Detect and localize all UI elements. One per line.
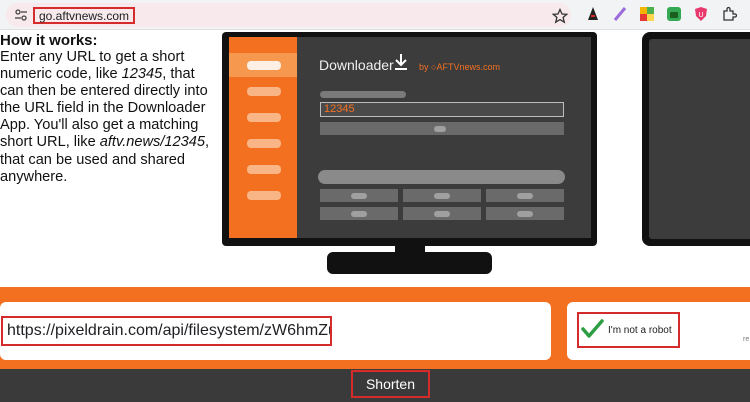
tv-key	[320, 189, 398, 202]
tv-screen: Downloader by ○AFTVnews.com 12345	[229, 37, 591, 238]
tv-stand	[327, 252, 492, 274]
captcha-label: I'm not a robot	[608, 325, 672, 336]
tv-key	[320, 207, 398, 220]
tv-key	[403, 189, 481, 202]
download-icon	[395, 54, 407, 70]
downloader-title: Downloader	[319, 57, 394, 73]
sidebar-pill	[247, 113, 281, 122]
browser-toolbar: go.aftvnews.com U	[0, 0, 750, 30]
tv-key	[403, 207, 481, 220]
how-it-works: How it works: Enter any URL to get a sho…	[0, 32, 210, 186]
checkmark-icon[interactable]	[580, 318, 604, 340]
sidebar-pill	[247, 191, 281, 200]
shorten-button[interactable]: Shorten	[351, 370, 430, 398]
sidebar-pill	[247, 165, 281, 174]
tv-wide-bar	[318, 170, 565, 184]
code-example: 12345	[121, 66, 163, 83]
tablet-screen	[649, 39, 750, 239]
url-text[interactable]: go.aftvnews.com	[33, 7, 136, 24]
bookmark-star-icon[interactable]	[552, 8, 568, 24]
address-bar[interactable]: go.aftvnews.com	[6, 3, 571, 27]
site-info-icon[interactable]	[14, 8, 28, 22]
tv-key	[486, 189, 564, 202]
extension-shield-icon[interactable]: U	[693, 6, 709, 22]
aftvnews-brand: by ○AFTVnews.com	[419, 62, 500, 72]
tv-code-field: 12345	[320, 102, 564, 117]
extension-pen-icon[interactable]	[612, 6, 628, 22]
sidebar-pill	[247, 87, 281, 96]
app-sidebar	[229, 37, 297, 238]
page: go.aftvnews.com U How it works: Enter an…	[0, 0, 750, 402]
how-it-works-heading: How it works:	[0, 32, 98, 49]
tv-illustration: Downloader by ○AFTVnews.com 12345	[222, 32, 597, 246]
sidebar-pill	[247, 139, 281, 148]
tv-go-button	[320, 122, 564, 135]
how-it-works-text: Enter any URL to get a short numeric cod…	[0, 49, 210, 186]
tv-key	[486, 207, 564, 220]
url-input[interactable]	[1, 316, 332, 346]
extensions-puzzle-icon[interactable]	[721, 6, 737, 22]
extension-hat-icon[interactable]	[585, 6, 601, 22]
label-bar	[320, 91, 406, 98]
sidebar-pill	[247, 61, 281, 70]
tablet-illustration	[642, 32, 750, 246]
recaptcha-logo-text: re	[743, 336, 750, 343]
extension-android-icon[interactable]	[666, 6, 682, 22]
url-example: aftv.news/12345	[99, 134, 205, 151]
svg-text:U: U	[699, 11, 704, 19]
extension-grid-icon[interactable]	[639, 6, 655, 22]
